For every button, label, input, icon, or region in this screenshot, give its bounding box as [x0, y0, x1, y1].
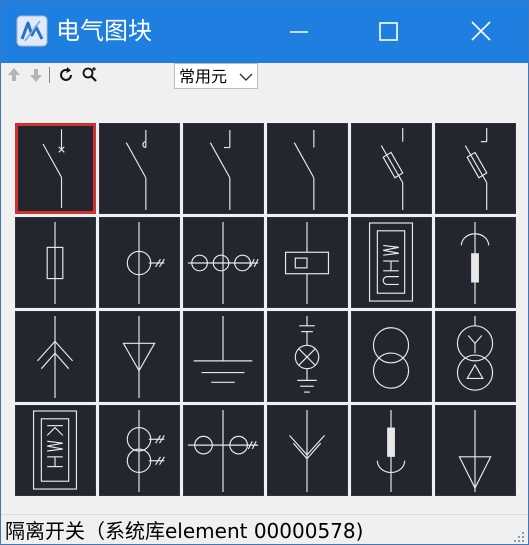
- cable-terminal-bottom-icon: [376, 410, 406, 492]
- arrow-up-symbol-icon: [37, 316, 74, 398]
- resize-grip-icon[interactable]: [512, 529, 526, 543]
- chevron-down-icon: [237, 69, 255, 83]
- symbol-fuse-switch-2[interactable]: [435, 123, 516, 214]
- current-transformer-double-icon: [126, 410, 165, 492]
- symbol-switch-circuit-breaker[interactable]: [267, 123, 348, 214]
- maximize-icon: [379, 22, 398, 41]
- watt-hour-meter-icon: [368, 222, 414, 302]
- app-icon: [16, 15, 48, 47]
- current-transformer-icon: [126, 222, 165, 304]
- symbol-indicator-lamp[interactable]: [267, 311, 348, 402]
- window-title: 电气图块: [56, 17, 152, 45]
- close-button[interactable]: [434, 1, 524, 63]
- toolbar: 常用元: [1, 63, 528, 91]
- symbol-arrow-down[interactable]: [267, 405, 348, 496]
- circuit-breaker-icon: [293, 129, 315, 210]
- symbol-delta-triangle-down[interactable]: [99, 311, 180, 402]
- symbol-kwh-meter[interactable]: [15, 405, 96, 496]
- isolating-switch-icon: [42, 129, 65, 208]
- transformer-y-delta-icon: [456, 316, 494, 391]
- relay-coil-icon: [284, 222, 330, 304]
- triangle-down-bottom-icon: [458, 410, 492, 492]
- kwh-meter-icon: [32, 410, 78, 490]
- category-dropdown[interactable]: 常用元: [174, 63, 258, 89]
- ground-icon: [193, 316, 253, 383]
- move-down-button[interactable]: [27, 65, 45, 85]
- symbol-current-transformer-triple[interactable]: [183, 217, 264, 308]
- zoom-button[interactable]: [81, 65, 99, 85]
- symbol-grid: [13, 121, 516, 497]
- up-arrow-icon: [8, 68, 20, 81]
- refresh-button[interactable]: [57, 65, 75, 85]
- refresh-icon: [60, 67, 72, 81]
- toolbar-separator: [49, 67, 50, 83]
- category-selected: 常用元: [179, 67, 228, 86]
- fuse-icon: [46, 222, 64, 304]
- title-bar[interactable]: 电气图块: [1, 1, 528, 63]
- symbol-fuse-switch[interactable]: [351, 123, 432, 214]
- current-transformer-triple-icon: [187, 222, 259, 304]
- minimize-icon: [290, 31, 308, 33]
- symbol-relay-coil[interactable]: [267, 217, 348, 308]
- fuse-switch-icon: [380, 128, 404, 210]
- down-arrow-icon: [30, 69, 42, 82]
- switch-disconnector-icon: [125, 129, 147, 210]
- symbol-current-transformer-pair[interactable]: [183, 405, 264, 496]
- symbol-fuse[interactable]: [15, 217, 96, 308]
- indicator-lamp-icon: [294, 316, 320, 393]
- symbol-switch-disconnector[interactable]: [99, 123, 180, 214]
- symbol-transformer[interactable]: [351, 311, 432, 402]
- transformer-icon: [372, 327, 410, 389]
- status-bar: 隔离开关（系统库element 00000578): [1, 514, 528, 544]
- current-transformer-pair-icon: [187, 410, 259, 492]
- symbol-current-transformer-double[interactable]: [99, 405, 180, 496]
- maximize-button[interactable]: [344, 1, 434, 63]
- symbol-ground[interactable]: [183, 311, 264, 402]
- delta-triangle-down-icon: [122, 316, 156, 398]
- symbol-switch-contactor[interactable]: [183, 123, 264, 214]
- symbol-triangle-down-bottom[interactable]: [435, 405, 516, 496]
- minimize-button[interactable]: [254, 1, 344, 63]
- symbol-current-transformer[interactable]: [99, 217, 180, 308]
- symbol-arrow-up[interactable]: [15, 311, 96, 402]
- fuse-switch-2-icon: [464, 128, 488, 210]
- switch-contactor-icon: [209, 129, 231, 210]
- arrow-down-symbol-icon: [289, 410, 326, 492]
- symbol-terminal-cable-head[interactable]: [435, 217, 516, 308]
- close-icon: [471, 21, 491, 41]
- terminal-cable-head-icon: [460, 222, 490, 304]
- symbol-transformer-y-delta[interactable]: [435, 311, 516, 402]
- move-up-button[interactable]: [5, 65, 23, 85]
- symbol-isolating-switch[interactable]: [15, 123, 96, 214]
- status-text: 隔离开关（系统库element 00000578): [5, 519, 364, 543]
- symbol-watt-hour-meter[interactable]: [351, 217, 432, 308]
- symbol-cable-terminal-bottom[interactable]: [351, 405, 432, 496]
- zoom-icon: [82, 67, 97, 82]
- electrical-blocks-window: 电气图块 常用元 隔离开关（系统库element 00000578): [0, 0, 529, 545]
